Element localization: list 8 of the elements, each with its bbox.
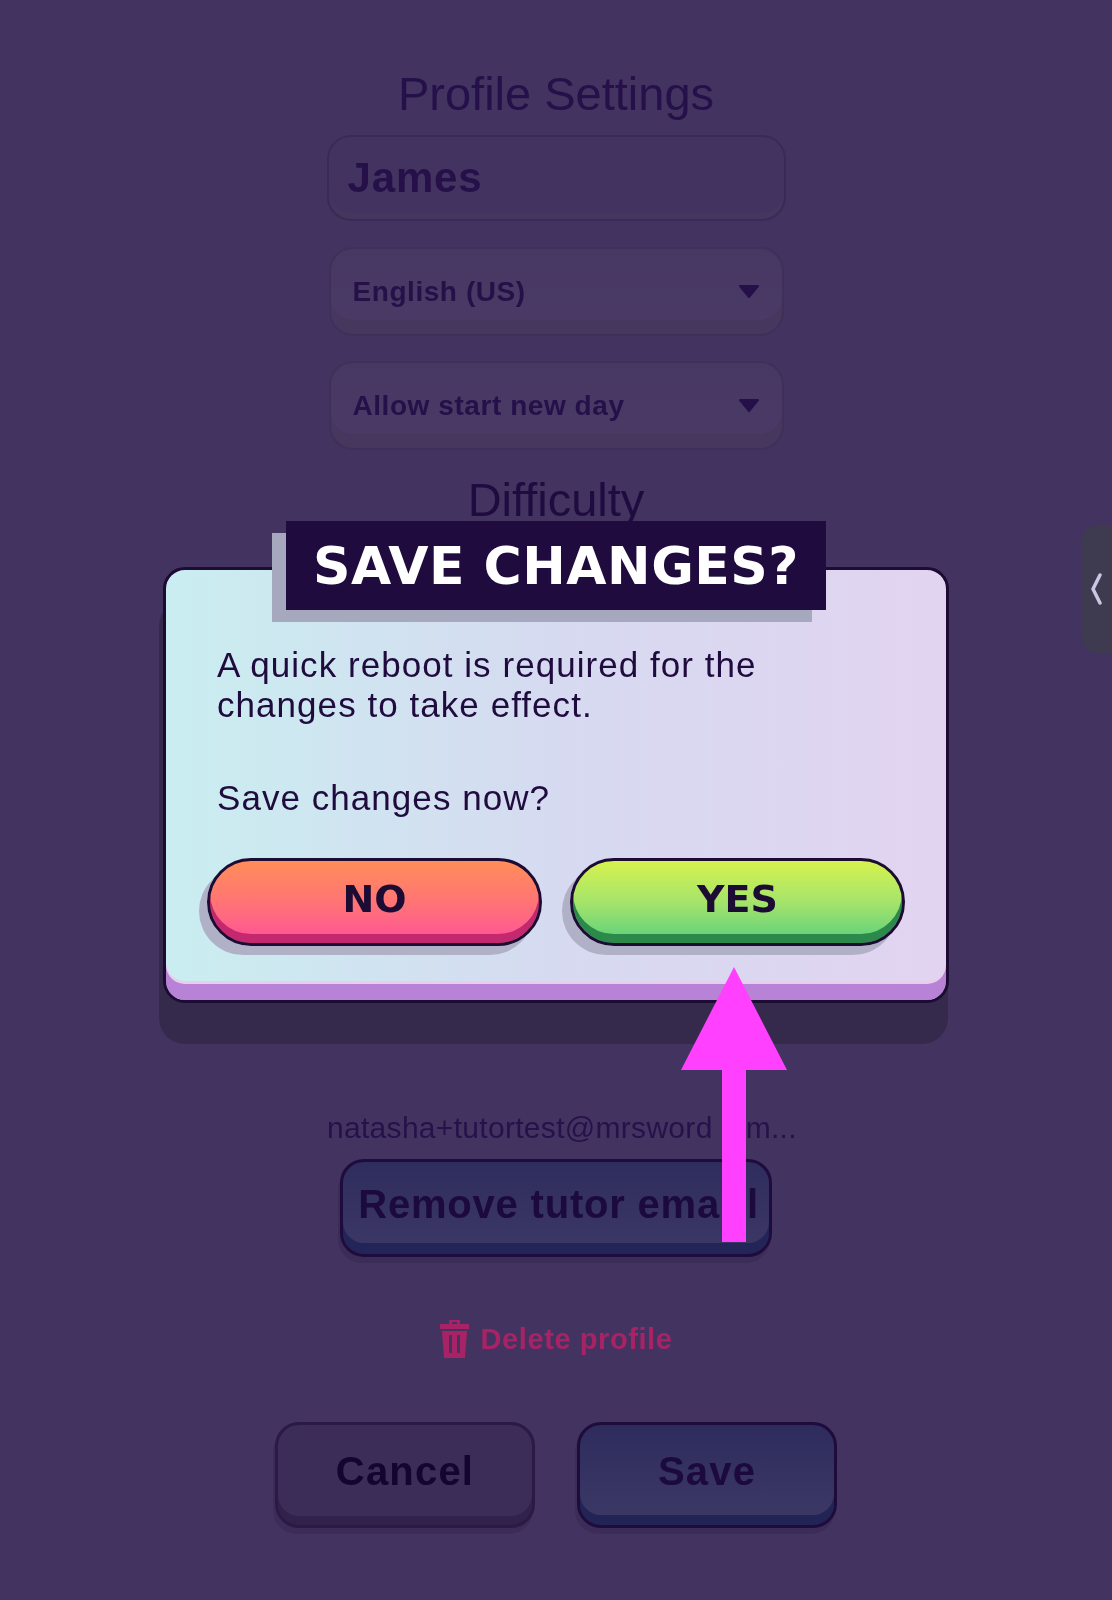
chevron-left-icon [1091, 573, 1102, 605]
caret-icon [738, 285, 759, 298]
caret-icon [738, 399, 759, 412]
delete-profile-link[interactable]: Delete profile [480, 1322, 673, 1356]
trash-icon [439, 1320, 469, 1358]
dialog-message: A quick reboot is required for the changes to take effect. [217, 645, 758, 725]
dialog-question: Save changes now? [217, 778, 551, 818]
drawer-handle[interactable] [1081, 525, 1112, 653]
